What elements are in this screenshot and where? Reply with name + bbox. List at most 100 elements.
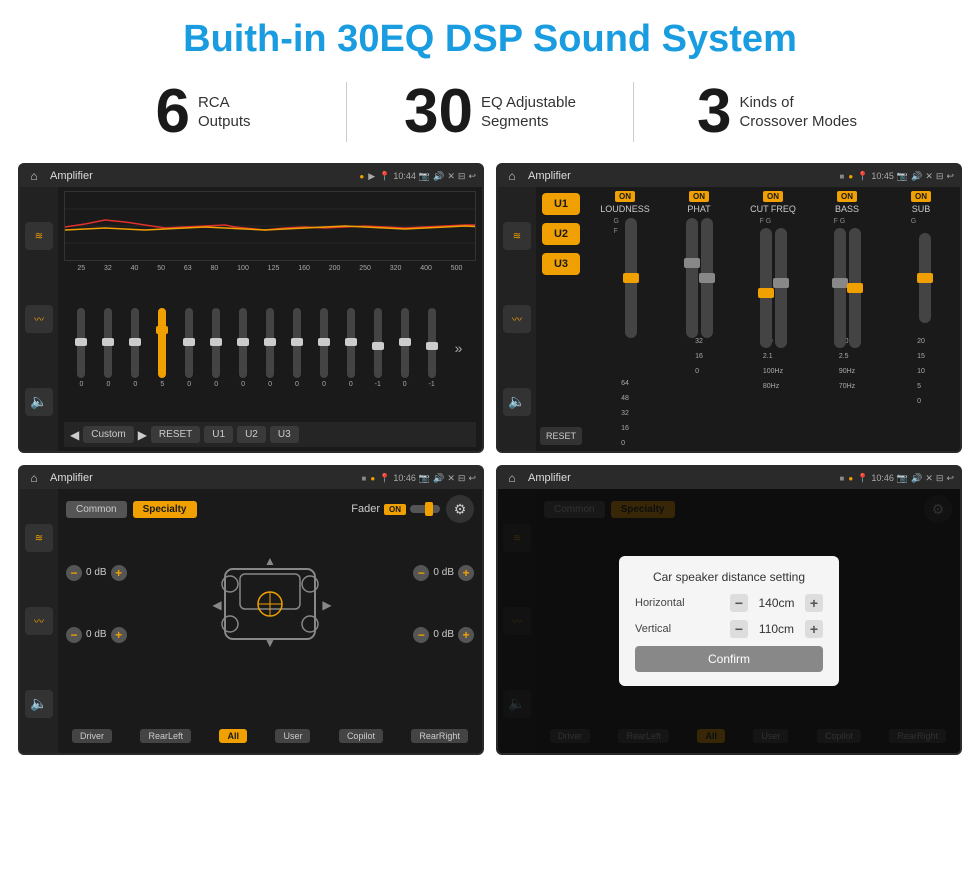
right-bottom-plus[interactable]: + <box>458 627 474 643</box>
loudness-slider-1[interactable] <box>625 218 637 338</box>
close-icon-3[interactable]: ✕ <box>447 473 455 484</box>
back-icon-2[interactable]: ↩ <box>946 171 954 182</box>
close-icon-1[interactable]: ✕ <box>447 171 455 182</box>
slider-12[interactable]: -1 <box>374 298 382 398</box>
vertical-minus[interactable]: − <box>730 620 748 638</box>
slider-14[interactable]: -1 <box>428 298 436 398</box>
stat-rca-number: 6 <box>155 81 189 143</box>
phat-slider-2[interactable] <box>701 218 713 338</box>
eq-icon-btn-3[interactable]: ≋ <box>25 524 53 552</box>
wave-icon-btn[interactable]: 〰 <box>25 305 53 333</box>
fader-main: Common Specialty Fader ON ⚙ <box>58 489 482 753</box>
settings-icon[interactable]: ⚙ <box>446 495 474 523</box>
eq-icon-btn[interactable]: ≋ <box>25 222 53 250</box>
u3-preset[interactable]: U3 <box>542 253 580 275</box>
right-top-plus[interactable]: + <box>458 565 474 581</box>
screen-amp2: ⌂ Amplifier ■ ● 📍 10:45 📷 🔊 ✕ ⊟ ↩ ≋ 〰 <box>496 163 962 453</box>
slider-9[interactable]: 0 <box>293 298 301 398</box>
left-top-minus[interactable]: − <box>66 565 82 581</box>
car-svg: ▲ ▼ ◀ ▶ <box>205 539 335 669</box>
right-bottom-minus[interactable]: − <box>413 627 429 643</box>
u1-preset[interactable]: U1 <box>542 193 580 215</box>
phat-slider[interactable] <box>686 218 698 338</box>
rearleft-btn-3[interactable]: RearLeft <box>140 729 191 743</box>
close-icon-4[interactable]: ✕ <box>925 473 933 484</box>
cutfreq-slider-2[interactable] <box>775 228 787 348</box>
status-bar-2: ⌂ Amplifier ■ ● 📍 10:45 📷 🔊 ✕ ⊟ ↩ <box>498 165 960 187</box>
bass-label: BASS <box>835 204 859 214</box>
time-4: 10:46 <box>871 473 894 483</box>
home-icon-2[interactable]: ⌂ <box>504 168 520 184</box>
driver-btn-3[interactable]: Driver <box>72 729 112 743</box>
back-icon-3[interactable]: ↩ <box>468 473 476 484</box>
slider-10[interactable]: 0 <box>320 298 328 398</box>
bass-slider-2[interactable] <box>849 228 861 348</box>
close-icon-2[interactable]: ✕ <box>925 171 933 182</box>
left-bottom-minus[interactable]: − <box>66 627 82 643</box>
home-icon-4[interactable]: ⌂ <box>504 470 520 486</box>
slider-4[interactable]: 5 <box>158 298 166 398</box>
back-icon-4[interactable]: ↩ <box>946 473 954 484</box>
eq-main: 2532405063 80100125160200 250320400500 0 <box>58 187 482 451</box>
u2-btn[interactable]: U2 <box>237 426 266 443</box>
slider-8[interactable]: 0 <box>266 298 274 398</box>
volume-icon-2: 🔊 <box>911 171 922 182</box>
slider-1[interactable]: 0 <box>77 298 85 398</box>
dialog-horizontal-row: Horizontal − 140cm + <box>635 594 823 612</box>
reset-btn[interactable]: RESET <box>151 426 200 443</box>
volume-icon-1: 🔊 <box>433 171 444 182</box>
left-top-plus[interactable]: + <box>111 565 127 581</box>
slider-3[interactable]: 0 <box>131 298 139 398</box>
slider-2[interactable]: 0 <box>104 298 112 398</box>
user-btn-3[interactable]: User <box>275 729 310 743</box>
sub-slider[interactable] <box>919 233 931 323</box>
speaker-icon-btn-2[interactable]: 🔈 <box>503 388 531 416</box>
rearright-btn-3[interactable]: RearRight <box>411 729 468 743</box>
reset-small-btn[interactable]: RESET <box>540 427 582 445</box>
u1-btn[interactable]: U1 <box>204 426 233 443</box>
tab-specialty-3[interactable]: Specialty <box>133 501 197 518</box>
eq-sliders: 0 0 0 5 <box>64 274 476 422</box>
copilot-btn-3[interactable]: Copilot <box>339 729 383 743</box>
tab-common-3[interactable]: Common <box>66 501 127 518</box>
slider-13[interactable]: 0 <box>401 298 409 398</box>
back-icon-1[interactable]: ↩ <box>468 171 476 182</box>
u2-preset[interactable]: U2 <box>542 223 580 245</box>
camera-icon-3: 📷 <box>419 473 430 484</box>
window-icon-1[interactable]: ⊟ <box>458 171 466 182</box>
vertical-plus[interactable]: + <box>805 620 823 638</box>
prev-arrow[interactable]: ◀ <box>70 428 79 442</box>
slider-11[interactable]: 0 <box>347 298 355 398</box>
cutfreq-slider-1[interactable] <box>760 228 772 348</box>
wave-icon-btn-3[interactable]: 〰 <box>25 607 53 635</box>
speaker-icon-btn[interactable]: 🔈 <box>25 388 53 416</box>
next-arrow[interactable]: ▶ <box>138 428 147 442</box>
horizontal-plus[interactable]: + <box>805 594 823 612</box>
custom-btn[interactable]: Custom <box>83 426 133 443</box>
right-top-minus[interactable]: − <box>413 565 429 581</box>
bottom-labels-3: Driver RearLeft All User Copilot RearRig… <box>66 725 474 747</box>
eq-icon-btn-2[interactable]: ≋ <box>503 222 531 250</box>
fader-slider[interactable] <box>410 505 440 513</box>
bass-slider-1[interactable] <box>834 228 846 348</box>
window-icon-2[interactable]: ⊟ <box>936 171 944 182</box>
left-bottom-plus[interactable]: + <box>111 627 127 643</box>
window-icon-4[interactable]: ⊟ <box>936 473 944 484</box>
slider-7[interactable]: 0 <box>239 298 247 398</box>
home-icon[interactable]: ⌂ <box>26 168 42 184</box>
confirm-button[interactable]: Confirm <box>635 646 823 672</box>
page-title: Buith-in 30EQ DSP Sound System <box>0 0 980 71</box>
slider-6[interactable]: 0 <box>212 298 220 398</box>
stat-crossover: 3 Kinds ofCrossover Modes <box>634 81 920 143</box>
slider-5[interactable]: 0 <box>185 298 193 398</box>
speaker-icon-btn-3[interactable]: 🔈 <box>25 690 53 718</box>
home-icon-3[interactable]: ⌂ <box>26 470 42 486</box>
all-btn-3[interactable]: All <box>219 729 247 743</box>
wave-icon-btn-2[interactable]: 〰 <box>503 305 531 333</box>
left-bottom-value: 0 dB <box>86 629 107 640</box>
status-bar-1: ⌂ Amplifier ● ▶ 📍 10:44 📷 🔊 ✕ ⊟ ↩ <box>20 165 482 187</box>
window-icon-3[interactable]: ⊟ <box>458 473 466 484</box>
fader-label: Fader <box>351 503 380 515</box>
u3-btn[interactable]: U3 <box>270 426 299 443</box>
horizontal-minus[interactable]: − <box>730 594 748 612</box>
